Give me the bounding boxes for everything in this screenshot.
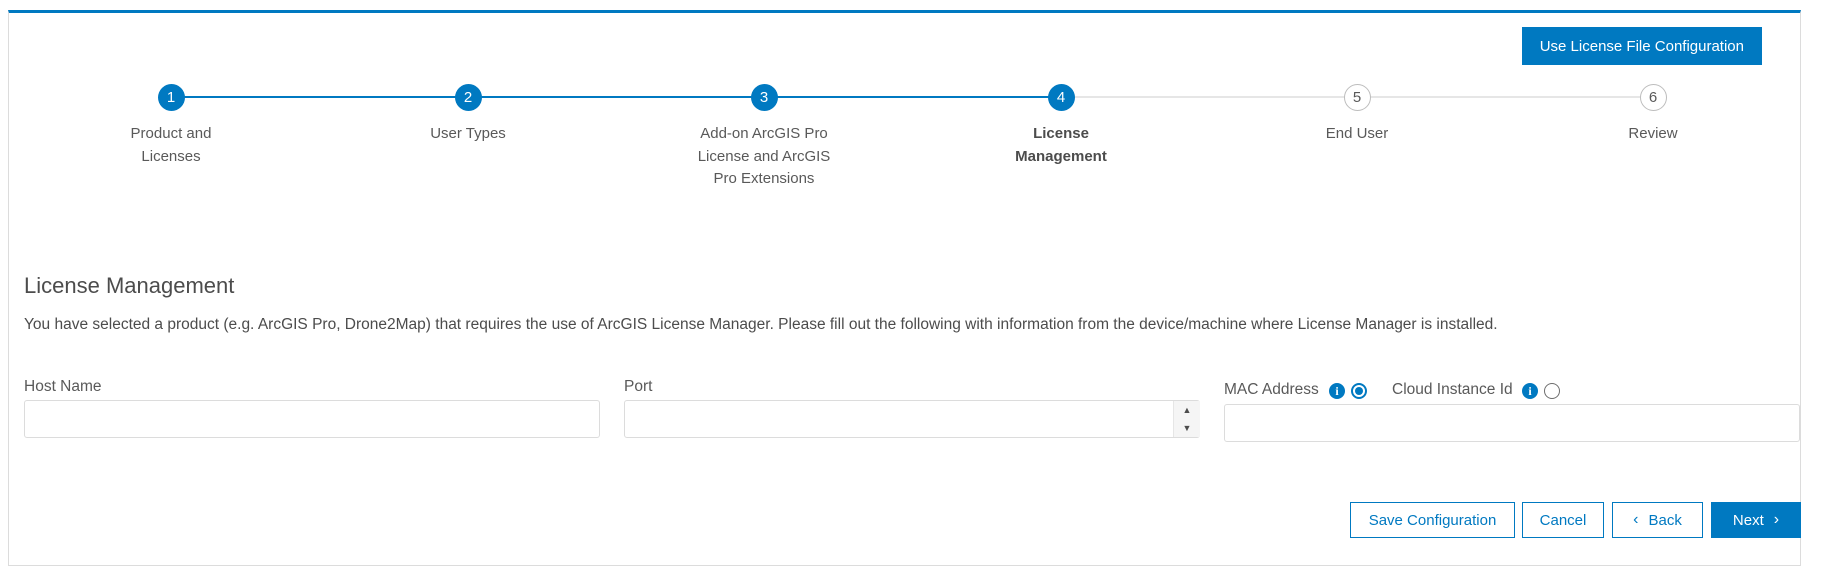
next-label: Next (1732, 511, 1764, 529)
step-label: Add-on ArcGIS Pro License and ArcGIS Pro… (697, 125, 831, 187)
port-stepper: ▲ ▼ (1173, 401, 1200, 437)
step-number: 4 (1047, 84, 1075, 111)
back-label: Back (1648, 511, 1682, 529)
chevron-left-icon: ‹ (1633, 511, 1639, 528)
caret-up-icon[interactable]: ▲ (1174, 401, 1200, 419)
port-input[interactable] (624, 400, 1200, 438)
caret-down-icon[interactable]: ▼ (1174, 419, 1200, 437)
step-user-types[interactable]: 2 User Types (393, 84, 543, 146)
identifier-input[interactable] (1224, 404, 1800, 442)
step-label: Review (1628, 125, 1678, 142)
save-configuration-label: Save Configuration (1368, 511, 1497, 529)
step-review[interactable]: 6 Review (1578, 84, 1728, 146)
save-configuration-button[interactable]: Save Configuration (1350, 502, 1515, 538)
step-license-management[interactable]: 4 License Management (986, 84, 1136, 168)
cancel-button[interactable]: Cancel (1522, 502, 1604, 538)
mac-address-label: MAC Address (1224, 381, 1319, 398)
step-end-user[interactable]: 5 End User (1282, 84, 1432, 146)
section-description: You have selected a product (e.g. ArcGIS… (24, 316, 1498, 333)
cloud-instance-id-label: Cloud Instance Id (1392, 381, 1513, 398)
step-label: Product and Licenses (130, 125, 212, 165)
step-label: User Types (430, 125, 506, 142)
cloud-instance-id-radio[interactable] (1544, 383, 1560, 399)
host-name-label: Host Name (24, 378, 102, 395)
next-button[interactable]: Next › (1711, 502, 1801, 538)
wizard-stepper: 1 Product and Licenses 2 User Types 3 Ad… (0, 0, 1825, 220)
host-name-input[interactable] (24, 400, 600, 438)
chevron-right-icon: › (1773, 511, 1780, 528)
step-product-and-licenses[interactable]: 1 Product and Licenses (96, 84, 246, 168)
info-icon[interactable]: i (1522, 383, 1538, 399)
info-icon[interactable]: i (1329, 383, 1345, 399)
stepper-track-complete (171, 96, 1061, 98)
step-label: License Management (1015, 125, 1107, 165)
step-number: 6 (1639, 84, 1667, 111)
back-button[interactable]: ‹ Back (1612, 502, 1703, 538)
step-number: 5 (1343, 84, 1371, 111)
step-label: End User (1325, 125, 1389, 142)
port-label: Port (624, 378, 653, 395)
step-add-on-licenses[interactable]: 3 Add-on ArcGIS Pro License and ArcGIS P… (689, 84, 839, 191)
step-number: 1 (157, 84, 185, 111)
section-title: License Management (24, 273, 235, 298)
cancel-label: Cancel (1539, 511, 1587, 529)
mac-address-radio[interactable] (1351, 383, 1367, 399)
step-number: 2 (454, 84, 482, 111)
step-number: 3 (750, 84, 778, 111)
